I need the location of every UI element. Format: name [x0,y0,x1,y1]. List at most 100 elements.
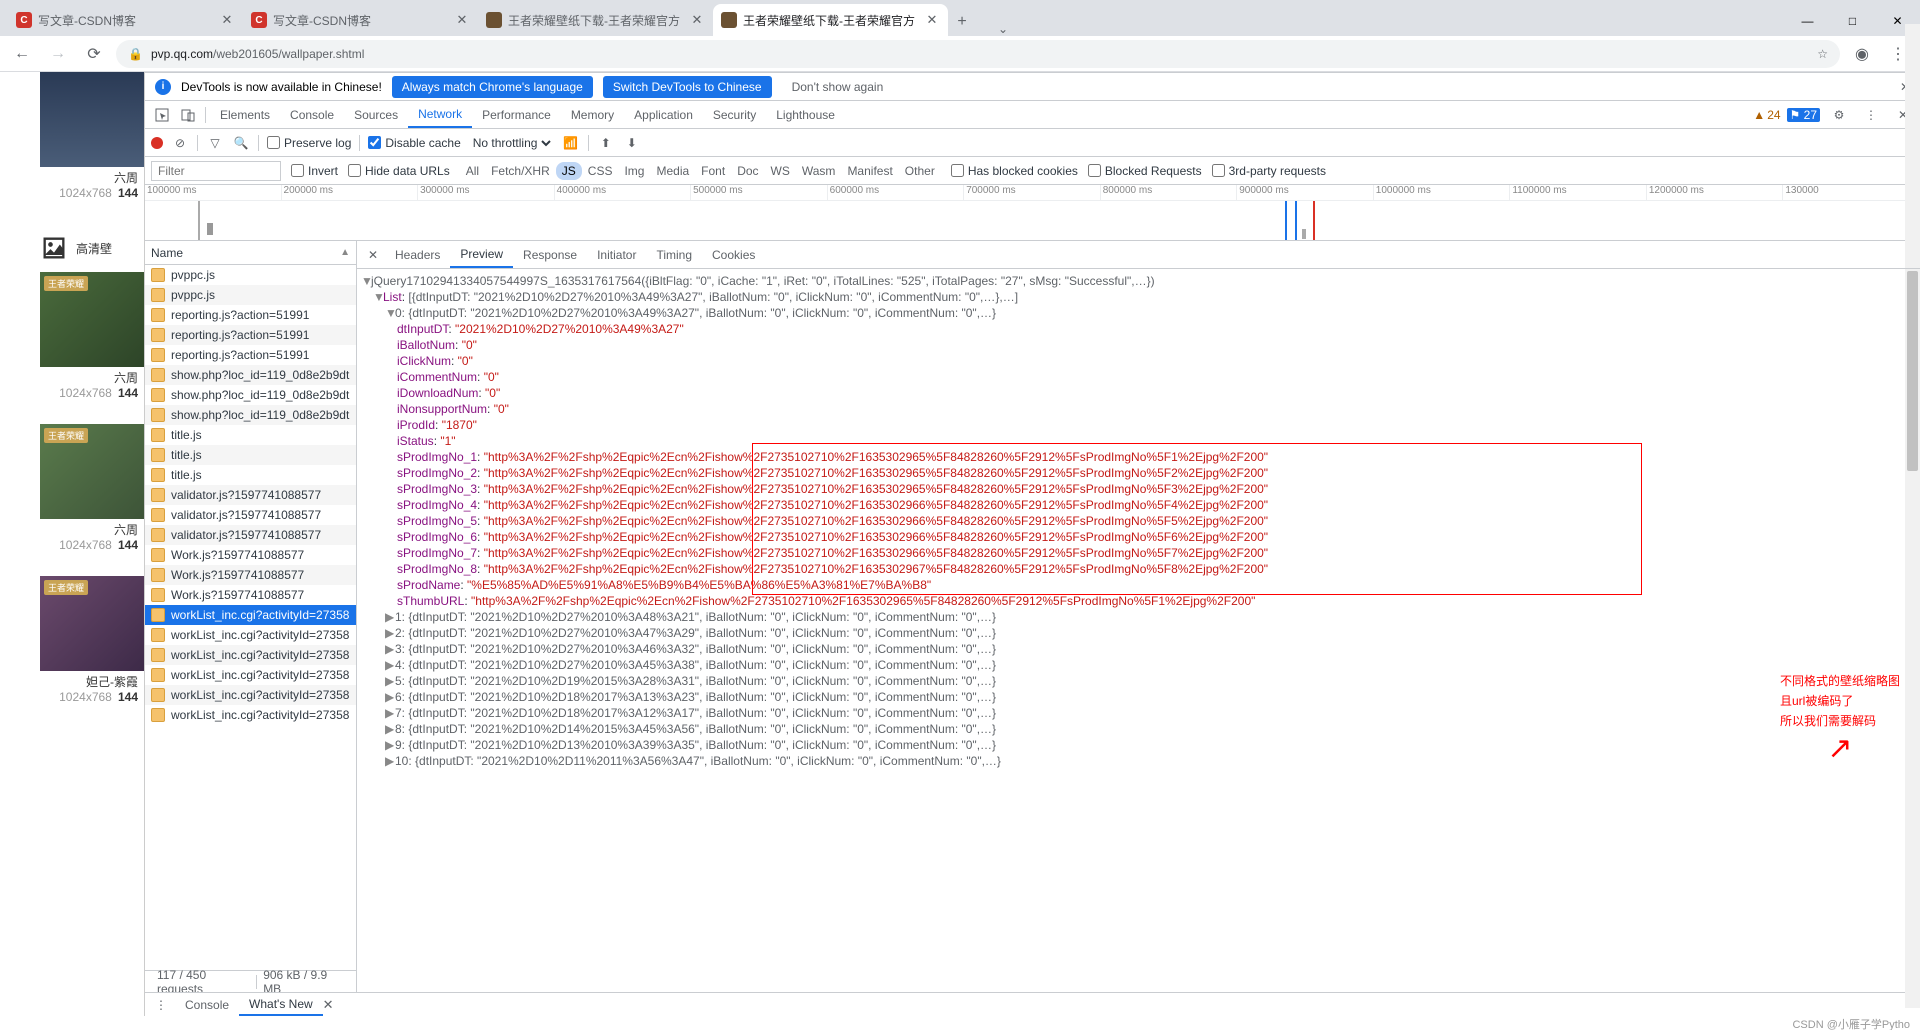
request-row[interactable]: reporting.js?action=51991 [145,345,356,365]
request-row[interactable]: title.js [145,445,356,465]
record-button[interactable] [151,137,163,149]
filter-type-media[interactable]: Media [650,162,695,180]
device-toggle-icon[interactable] [175,102,201,128]
drawer-tab-what-s-new[interactable]: What's New [239,993,323,1016]
profile-icon[interactable]: ◉ [1848,40,1876,68]
wallpaper-thumb[interactable]: 王者荣耀 [40,424,144,519]
filter-type-js[interactable]: JS [556,162,582,180]
request-row[interactable]: workList_inc.cgi?activityId=27358 [145,625,356,645]
devtools-tab-performance[interactable]: Performance [472,101,561,128]
hide-data-urls-checkbox[interactable]: Hide data URLs [348,164,450,178]
close-tab-button[interactable]: ✕ [689,12,705,28]
request-row[interactable]: workList_inc.cgi?activityId=27358 [145,605,356,625]
close-drawer-tab[interactable]: ✕ [323,997,334,1013]
bookmark-icon[interactable]: ☆ [1817,47,1828,61]
filter-type-wasm[interactable]: Wasm [796,162,842,180]
reload-button[interactable]: ⟳ [80,40,108,68]
info-count[interactable]: ⚑ 27 [1787,108,1820,122]
network-timeline[interactable]: 100000 ms200000 ms300000 ms400000 ms5000… [145,185,1920,241]
request-row[interactable]: show.php?loc_id=119_0d8e2b9dt [145,385,356,405]
back-button[interactable]: ← [8,40,36,68]
browser-tab[interactable]: C写文章-CSDN博客✕ [8,4,243,36]
filter-type-font[interactable]: Font [695,162,731,180]
filter-type-ws[interactable]: WS [765,162,796,180]
close-tab-button[interactable]: ✕ [924,12,940,28]
filter-type-css[interactable]: CSS [582,162,619,180]
third-party-checkbox[interactable]: 3rd-party requests [1212,164,1326,178]
preserve-log-checkbox[interactable]: Preserve log [267,136,351,150]
wallpaper-thumb[interactable]: 王者荣耀 [40,576,144,671]
request-list-header[interactable]: Name▲ [145,241,356,265]
throttling-select[interactable]: No throttling [469,135,554,151]
request-row[interactable]: workList_inc.cgi?activityId=27358 [145,665,356,685]
preview-tab-initiator[interactable]: Initiator [587,241,646,268]
request-row[interactable]: title.js [145,425,356,445]
devtools-tab-elements[interactable]: Elements [210,101,280,128]
request-row[interactable]: Work.js?1597741088577 [145,585,356,605]
maximize-button[interactable]: □ [1830,6,1875,36]
always-match-button[interactable]: Always match Chrome's language [392,76,593,98]
url-input[interactable]: 🔒 pvp.qq.com/web201605/wallpaper.shtml ☆ [116,40,1840,68]
devtools-tab-console[interactable]: Console [280,101,344,128]
new-tab-button[interactable]: + [948,8,976,36]
close-tab-button[interactable]: ✕ [219,12,235,28]
browser-tab[interactable]: C写文章-CSDN博客✕ [243,4,478,36]
browser-tab[interactable]: 王者荣耀壁纸下载-王者荣耀官方✕ [713,4,948,36]
json-preview-content[interactable]: ▼jQuery17102941334057544997S_16353176175… [357,269,1920,992]
preview-tab-response[interactable]: Response [513,241,587,268]
minimize-button[interactable]: — [1785,6,1830,36]
request-row[interactable]: show.php?loc_id=119_0d8e2b9dt [145,365,356,385]
filter-type-doc[interactable]: Doc [731,162,764,180]
export-har-icon[interactable]: ⬇ [623,136,641,150]
browser-tab[interactable]: 王者荣耀壁纸下载-王者荣耀官方✕ [478,4,713,36]
request-row[interactable]: show.php?loc_id=119_0d8e2b9dt [145,405,356,425]
request-row[interactable]: pvppc.js [145,265,356,285]
import-har-icon[interactable]: ⬆ [597,136,615,150]
close-preview-button[interactable]: ✕ [361,248,385,262]
filter-type-fetch-xhr[interactable]: Fetch/XHR [485,162,556,180]
warnings-count[interactable]: ▲24 [1753,108,1780,122]
request-row[interactable]: validator.js?1597741088577 [145,525,356,545]
filter-type-other[interactable]: Other [899,162,941,180]
preview-tab-preview[interactable]: Preview [450,241,513,268]
devtools-tab-application[interactable]: Application [624,101,703,128]
filter-type-all[interactable]: All [460,162,485,180]
clear-button[interactable]: ⊘ [171,136,189,150]
request-row[interactable]: Work.js?1597741088577 [145,545,356,565]
blocked-requests-checkbox[interactable]: Blocked Requests [1088,164,1202,178]
inspect-icon[interactable] [149,102,175,128]
forward-button[interactable]: → [44,40,72,68]
drawer-menu-icon[interactable]: ⋮ [151,998,171,1012]
close-tab-button[interactable]: ✕ [454,12,470,28]
disable-cache-checkbox[interactable]: Disable cache [368,136,460,150]
dont-show-again-button[interactable]: Don't show again [782,76,894,98]
devtools-tab-security[interactable]: Security [703,101,766,128]
blocked-cookies-checkbox[interactable]: Has blocked cookies [951,164,1078,178]
devtools-tab-sources[interactable]: Sources [344,101,408,128]
network-conditions-icon[interactable]: 📶 [562,136,580,150]
request-row[interactable]: reporting.js?action=51991 [145,325,356,345]
settings-icon[interactable]: ⚙ [1826,102,1852,128]
switch-chinese-button[interactable]: Switch DevTools to Chinese [603,76,772,98]
request-row[interactable]: Work.js?1597741088577 [145,565,356,585]
filter-input[interactable] [151,161,281,181]
more-icon[interactable]: ⋮ [1858,102,1884,128]
invert-checkbox[interactable]: Invert [291,164,338,178]
preview-tab-headers[interactable]: Headers [385,241,450,268]
devtools-tab-network[interactable]: Network [408,101,472,128]
request-row[interactable]: workList_inc.cgi?activityId=27358 [145,645,356,665]
preview-tab-cookies[interactable]: Cookies [702,241,765,268]
request-row[interactable]: title.js [145,465,356,485]
filter-type-manifest[interactable]: Manifest [841,162,898,180]
devtools-tab-lighthouse[interactable]: Lighthouse [766,101,845,128]
preview-tab-timing[interactable]: Timing [646,241,702,268]
drawer-tab-console[interactable]: Console [175,993,239,1016]
request-row[interactable]: reporting.js?action=51991 [145,305,356,325]
search-icon[interactable]: 🔍 [232,136,250,150]
request-row[interactable]: workList_inc.cgi?activityId=27358 [145,685,356,705]
request-row[interactable]: workList_inc.cgi?activityId=27358 [145,705,356,725]
devtools-tab-memory[interactable]: Memory [561,101,624,128]
tab-list-dropdown[interactable]: ⌄ [988,22,1018,36]
filter-icon[interactable]: ▽ [206,136,224,150]
filter-type-img[interactable]: Img [618,162,650,180]
